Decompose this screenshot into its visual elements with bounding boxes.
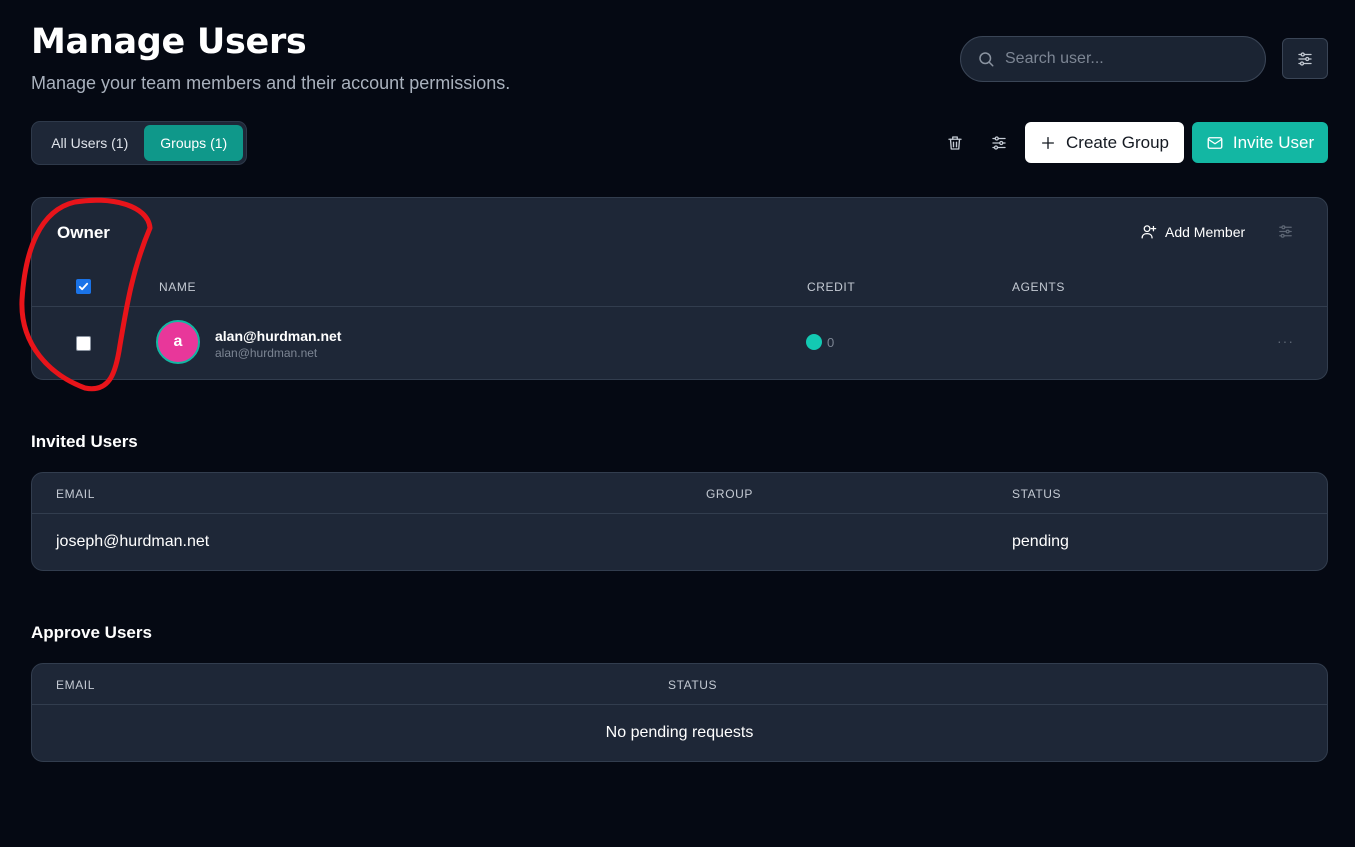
avatar: a: [156, 320, 200, 364]
page-subtitle: Manage your team members and their accou…: [31, 73, 511, 93]
invited-users-table: EMAIL GROUP STATUS joseph@hurdman.net pe…: [31, 472, 1328, 571]
search-icon: [979, 52, 994, 67]
credit-indicator: [806, 334, 822, 350]
empty-state-message: No pending requests: [605, 724, 754, 741]
page-title: Manage Users: [31, 22, 307, 62]
user-plus-icon: [1141, 225, 1157, 239]
invite-user-button[interactable]: Invite User: [1192, 122, 1328, 163]
delete-button[interactable]: [942, 130, 968, 156]
invited-email: joseph@hurdman.net: [56, 533, 210, 550]
column-header-agents: AGENTS: [1012, 280, 1065, 294]
filter-button[interactable]: [1282, 38, 1328, 79]
sliders-icon: [1298, 51, 1312, 66]
credit-value: 0: [827, 335, 835, 350]
select-all-checkbox[interactable]: [76, 279, 91, 294]
column-header-status: STATUS: [668, 678, 718, 692]
create-group-label: Create Group: [1066, 132, 1169, 152]
approve-users-title: Approve Users: [31, 623, 152, 642]
header-divider: [32, 513, 1327, 514]
invited-users-title: Invited Users: [31, 432, 138, 451]
mail-icon: [1207, 136, 1223, 149]
search-input[interactable]: [1005, 50, 1245, 68]
header-divider: [32, 306, 1327, 307]
group-settings-button[interactable]: [1277, 223, 1294, 245]
tab-groups[interactable]: Groups (1): [144, 125, 243, 161]
sliders-icon: [1279, 225, 1292, 238]
column-header-status: STATUS: [1012, 487, 1062, 501]
checkmark-icon: [78, 282, 89, 291]
invite-user-label: Invite User: [1232, 132, 1315, 152]
create-group-button[interactable]: Create Group: [1025, 122, 1184, 163]
group-title: Owner: [57, 223, 110, 242]
column-header-credit: CREDIT: [807, 280, 856, 294]
group-card-owner: Owner Add Member NAME CREDIT AGENTS a al…: [31, 197, 1328, 380]
search-box[interactable]: [960, 36, 1266, 82]
row-menu-button[interactable]: ···: [1277, 333, 1294, 349]
invited-status: pending: [1012, 533, 1069, 550]
column-header-name: NAME: [159, 280, 197, 294]
add-member-button[interactable]: Add Member: [1140, 223, 1245, 240]
tab-all-users[interactable]: All Users (1): [35, 125, 144, 161]
filter-toolbar-button[interactable]: [986, 130, 1012, 156]
sliders-icon: [992, 136, 1006, 150]
view-tabs: All Users (1) Groups (1): [31, 121, 247, 165]
column-header-email: EMAIL: [56, 678, 96, 692]
column-header-email: EMAIL: [56, 487, 96, 501]
row-checkbox[interactable]: [76, 336, 91, 351]
add-member-label: Add Member: [1165, 223, 1246, 240]
plus-icon: [1042, 136, 1054, 149]
member-name[interactable]: alan@hurdman.net: [215, 328, 341, 344]
trash-icon: [948, 136, 962, 150]
member-email: alan@hurdman.net: [215, 346, 318, 360]
column-header-group: GROUP: [706, 487, 754, 501]
approve-users-table: EMAIL STATUS No pending requests: [31, 663, 1328, 762]
header-divider: [32, 704, 1327, 705]
